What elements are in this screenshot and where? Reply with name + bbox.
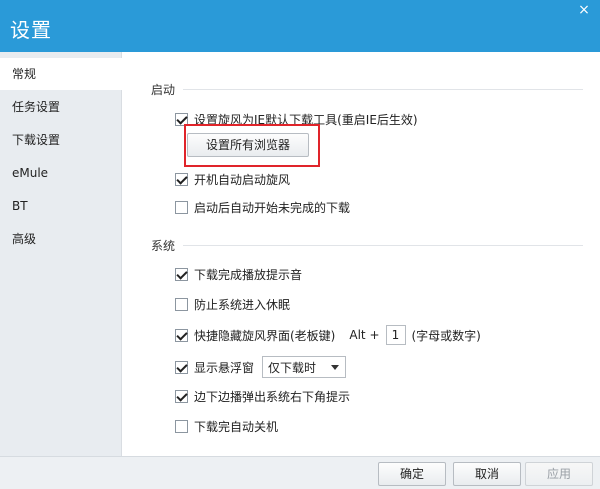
highlight-annotation: [184, 124, 320, 167]
checkbox-checked[interactable]: [175, 267, 188, 281]
option-label: 显示悬浮窗: [194, 360, 255, 375]
ok-button[interactable]: 确定: [378, 462, 446, 486]
section-divider: [183, 89, 583, 90]
option-prevent-sleep[interactable]: 防止系统进入休眠: [175, 295, 290, 313]
checkbox-checked[interactable]: [175, 389, 188, 403]
section-divider: [183, 245, 583, 246]
settings-panel: 启动 设置旋风为IE默认下载工具(重启IE后生效) 设置所有浏览器 开机自动启动…: [123, 52, 600, 456]
system-section-title: 系统: [151, 239, 176, 253]
hotkey-input[interactable]: 1: [385, 325, 406, 345]
option-label: 防止系统进入休眠: [194, 297, 291, 312]
checkbox-unchecked[interactable]: [175, 200, 188, 214]
chevron-down-icon: [331, 365, 340, 370]
hotkey-prefix: Alt +: [349, 328, 380, 342]
sidebar-item-task-settings[interactable]: 任务设置: [0, 91, 122, 123]
checkbox-unchecked[interactable]: [175, 419, 188, 433]
hotkey-hint: (字母或数字): [411, 328, 481, 343]
option-label: 下载完成播放提示音: [194, 267, 303, 282]
checkbox-unchecked[interactable]: [175, 297, 188, 311]
cancel-button[interactable]: 取消: [453, 462, 521, 486]
sidebar: 常规 任务设置 下载设置 eMule BT 高级: [0, 52, 122, 456]
sidebar-item-download-settings[interactable]: 下载设置: [0, 124, 122, 156]
option-autostart[interactable]: 开机自动启动旋风: [175, 170, 290, 188]
checkbox-checked[interactable]: [175, 172, 188, 186]
option-label: 下载完自动关机: [194, 419, 279, 434]
sidebar-item-general[interactable]: 常规: [0, 58, 122, 90]
apply-button[interactable]: 应用: [525, 462, 593, 486]
option-play-while-download-tip[interactable]: 边下边播弹出系统右下角提示: [175, 387, 350, 405]
dialog-footer: 确定 取消 应用: [0, 456, 600, 489]
sidebar-item-emule[interactable]: eMule: [0, 157, 122, 189]
close-icon[interactable]: ×: [576, 2, 592, 18]
option-auto-shutdown[interactable]: 下载完自动关机: [175, 417, 278, 435]
option-complete-sound[interactable]: 下载完成播放提示音: [175, 265, 302, 283]
select-value: 仅下载时: [268, 360, 317, 375]
window-title: 设置: [10, 18, 52, 42]
option-auto-resume[interactable]: 启动后自动开始未完成的下载: [175, 198, 350, 216]
startup-section-title: 启动: [151, 83, 176, 97]
title-bar: 设置 ×: [0, 0, 600, 52]
option-label: 边下边播弹出系统右下角提示: [194, 389, 351, 404]
option-label: 启动后自动开始未完成的下载: [194, 200, 351, 215]
option-label: 开机自动启动旋风: [194, 172, 291, 187]
sidebar-item-advanced[interactable]: 高级: [0, 223, 122, 255]
option-boss-key[interactable]: 快捷隐藏旋风界面(老板键) Alt + 1 (字母或数字): [175, 325, 481, 345]
sidebar-item-bt[interactable]: BT: [0, 190, 122, 222]
float-window-select[interactable]: 仅下载时: [262, 356, 347, 378]
hotkey-group: Alt + 1 (字母或数字): [349, 325, 481, 345]
option-float-window[interactable]: 显示悬浮窗 仅下载时: [175, 356, 347, 378]
option-label: 快捷隐藏旋风界面(老板键): [194, 328, 336, 343]
checkbox-checked[interactable]: [175, 360, 188, 374]
checkbox-checked[interactable]: [175, 328, 188, 342]
